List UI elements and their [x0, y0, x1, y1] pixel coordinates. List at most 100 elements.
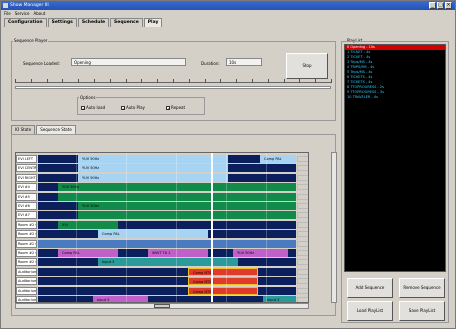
row-mini-button[interactable]: [297, 203, 308, 209]
tab-io-state[interactable]: IO State: [11, 125, 36, 134]
save-playlist-button[interactable]: Save PlayList: [399, 301, 445, 321]
ruler-tick: [252, 79, 253, 83]
sequence-segment[interactable]: Comp NTSC: [188, 277, 258, 286]
auto-load-checkbox[interactable]: ✓ Auto load: [81, 105, 105, 110]
row-mini-button[interactable]: [297, 250, 308, 256]
row-mini-button[interactable]: [297, 174, 308, 181]
minimize-button[interactable]: _: [429, 2, 436, 9]
ruler-tick: [94, 79, 95, 83]
ruler-tick: [299, 79, 301, 83]
playhead[interactable]: [211, 153, 213, 302]
duration-field: 10s: [226, 58, 262, 66]
timeline-track[interactable]: [15, 86, 331, 89]
tab-sequence[interactable]: Sequence: [110, 18, 143, 27]
row-label: Room #2 C4: [16, 249, 37, 257]
vertical-scrollbar[interactable]: [331, 152, 337, 303]
row-label: EVI #4: [16, 183, 37, 192]
maximize-button[interactable]: □: [437, 2, 444, 9]
grid-line: [176, 153, 177, 302]
row-label: Room #2 C1: [16, 220, 37, 229]
tab-sequence-state[interactable]: Sequence State: [36, 125, 76, 134]
grid-line: [226, 153, 227, 302]
sequence-segment[interactable]: YUV 50Hz: [78, 202, 296, 210]
auto-play-checkbox[interactable]: ✓ Auto Play: [121, 105, 145, 110]
scroll-thumb[interactable]: [154, 304, 170, 308]
sequence-loaded-field: Opening: [71, 58, 186, 66]
sequence-grid[interactable]: EVI LEFT YUV 50Hz Comp PAL EVI CENTRE YUV 50…: [15, 152, 309, 303]
playlist-item[interactable]: 10 TRAVELER - 4s: [345, 95, 445, 100]
sequence-segment[interactable]: Comp PAL: [58, 249, 118, 257]
row-mini-button[interactable]: [297, 231, 308, 238]
ruler-tick: [78, 79, 80, 83]
row-mini-button[interactable]: [297, 212, 308, 219]
sequence-segment[interactable]: [58, 192, 296, 201]
repeat-checkbox[interactable]: ✓ Repeat: [166, 105, 185, 110]
ruler-tick: [157, 79, 159, 83]
row-mini-button[interactable]: [297, 221, 308, 228]
row-label: EVI CENTRE: [16, 164, 37, 173]
menu-service[interactable]: Service: [15, 10, 30, 17]
tab-configuration[interactable]: Configuration: [4, 18, 47, 27]
ruler-tick: [62, 79, 64, 83]
options-label: Options: [79, 95, 97, 100]
row-label: Auditorium C1: [16, 267, 37, 276]
row-mini-button[interactable]: [297, 240, 308, 247]
ruler-tick: [267, 79, 269, 83]
sequence-segment[interactable]: XVI: [58, 220, 118, 229]
sequence-segment[interactable]: YUV 50Hz: [78, 155, 228, 163]
ruler-tick: [315, 79, 317, 83]
ruler-tick: [204, 79, 206, 83]
add-sequence-button[interactable]: Add Sequence: [347, 278, 393, 298]
row-label: EVI #5: [16, 192, 37, 201]
playlist-list[interactable]: 0 Opening - 10s 1 TICKET - 4s 2 TICKET - 4…: [344, 44, 446, 272]
sequence-segment[interactable]: Input 3: [98, 258, 238, 267]
row-label: Auditorium C3: [16, 286, 37, 295]
row-mini-button[interactable]: [297, 156, 308, 162]
sequence-loaded-label: Sequence Loaded:: [23, 61, 60, 66]
row-mini-button[interactable]: [297, 268, 308, 275]
ruler-tick: [283, 79, 285, 83]
ruler-tick: [46, 79, 48, 83]
sequence-segment[interactable]: Comp NTSC: [188, 267, 258, 276]
tab-schedule[interactable]: Schedule: [77, 18, 110, 27]
duration-label: Duration:: [201, 61, 220, 66]
sequence-segment[interactable]: XNVT TX 1: [148, 249, 208, 257]
row-mini-button[interactable]: [297, 193, 308, 200]
sequence-segment[interactable]: Comp NTSC: [188, 286, 258, 295]
sequence-segment[interactable]: Input 3: [263, 296, 296, 302]
ruler-tick: [141, 79, 143, 83]
sequence-segment[interactable]: YUV 50Hz: [233, 249, 288, 257]
close-button[interactable]: ×: [445, 2, 452, 9]
title-bar: Show Manager III _ □ ×: [1, 1, 455, 10]
sequence-segment[interactable]: YUV 50Hz: [58, 183, 296, 192]
row-mini-button[interactable]: [297, 165, 308, 172]
stop-button[interactable]: Stop: [286, 53, 328, 79]
sequence-segment[interactable]: YUV 50Hz: [78, 173, 228, 182]
row-mini-button[interactable]: [297, 259, 308, 266]
load-playlist-button[interactable]: Load PlayList: [347, 301, 393, 321]
horizontal-scrollbar[interactable]: [15, 303, 309, 309]
row-label: Auditorium C4: [16, 296, 37, 302]
ruler-tick: [173, 79, 174, 83]
row-label: EVI #7: [16, 211, 37, 220]
tab-settings[interactable]: Settings: [47, 18, 77, 27]
ruler-tick: [220, 79, 222, 83]
sequence-segment[interactable]: [78, 211, 296, 220]
row-mini-button[interactable]: [297, 278, 308, 285]
row-mini-button[interactable]: [297, 184, 308, 191]
remove-sequence-button[interactable]: Remove Sequence: [399, 278, 445, 298]
row-label: EVI RIGHT: [16, 173, 37, 182]
grid-line: [76, 153, 77, 302]
menu-file[interactable]: File: [4, 10, 11, 17]
sequence-segment[interactable]: Input 3: [93, 296, 148, 302]
menu-about[interactable]: About: [34, 10, 46, 17]
row-label: Auditorium C2: [16, 277, 37, 286]
sequence-segment[interactable]: Comp PAL: [98, 230, 208, 239]
app-window: Show Manager III _ □ × File Service Abou…: [0, 0, 456, 329]
tab-play[interactable]: Play: [143, 18, 163, 27]
row-mini-button[interactable]: [297, 287, 308, 294]
sequence-segment[interactable]: YUV 50Hz: [78, 164, 228, 173]
row-label: Room #2 C3: [16, 239, 37, 248]
ruler-tick: [15, 79, 16, 83]
row-label: EVI LEFT: [16, 155, 37, 163]
